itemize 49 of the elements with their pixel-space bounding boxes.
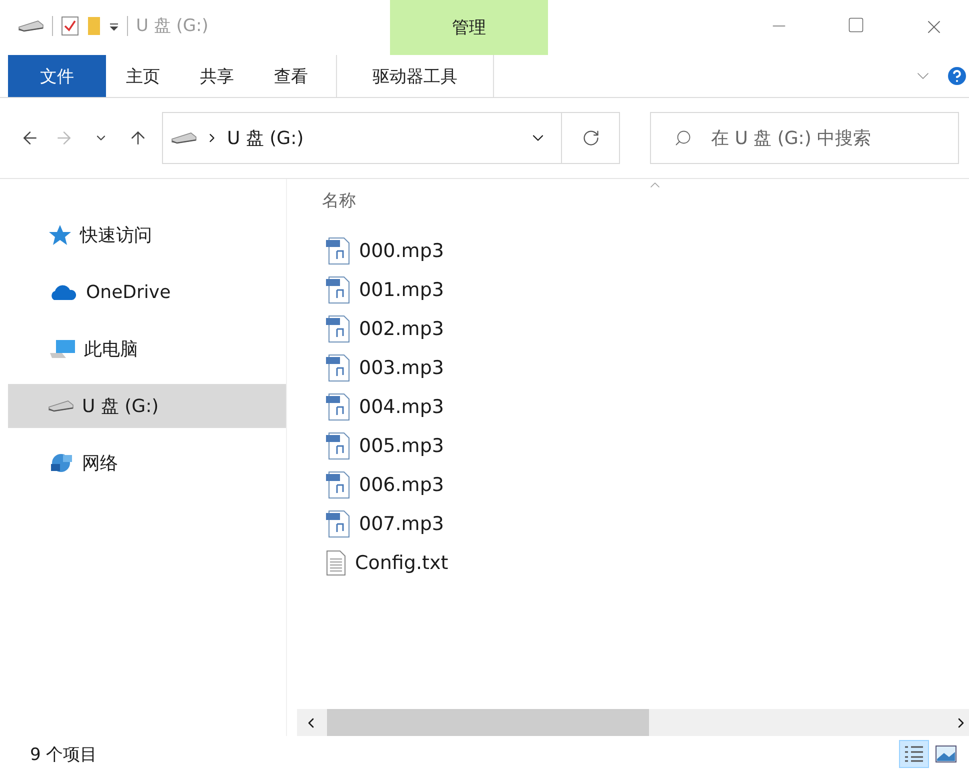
sidebar-item[interactable]: 此电脑 bbox=[8, 327, 286, 371]
dropdown-icon[interactable] bbox=[109, 20, 119, 30]
file-name[interactable]: 000.mp3 bbox=[359, 240, 444, 262]
maximize-icon[interactable] bbox=[847, 16, 865, 34]
thumbnails-view-icon bbox=[935, 745, 957, 763]
address-bar[interactable]: U 盘 (G:) bbox=[162, 112, 562, 164]
file-name[interactable]: 003.mp3 bbox=[359, 357, 444, 379]
ribbon-tab[interactable]: 驱动器工具 bbox=[336, 55, 494, 97]
file-name[interactable]: 001.mp3 bbox=[359, 279, 444, 301]
address-text: U 盘 (G:) bbox=[227, 127, 305, 150]
refresh-icon[interactable] bbox=[582, 129, 600, 147]
file-name[interactable]: 007.mp3 bbox=[359, 513, 444, 535]
sidebar-item[interactable]: OneDrive bbox=[8, 270, 286, 314]
audio-file-icon bbox=[325, 315, 351, 343]
item-count: 9 个项目 bbox=[30, 744, 98, 766]
audio-file-icon bbox=[325, 237, 351, 265]
drive-icon bbox=[18, 20, 44, 32]
audio-file-icon bbox=[325, 276, 351, 304]
search-icon bbox=[674, 129, 692, 147]
context-tab-group: 管理 bbox=[390, 0, 548, 55]
properties-icon[interactable] bbox=[61, 16, 79, 36]
file-name[interactable]: 006.mp3 bbox=[359, 474, 444, 496]
text-file-icon bbox=[325, 550, 347, 576]
drive-icon bbox=[48, 400, 74, 412]
sidebar-item[interactable]: U 盘 (G:) bbox=[8, 384, 286, 428]
audio-file-icon bbox=[325, 432, 351, 460]
audio-file-icon bbox=[325, 393, 351, 421]
file-name[interactable]: 004.mp3 bbox=[359, 396, 444, 418]
scrollbar-thumb[interactable] bbox=[327, 709, 649, 736]
column-header[interactable]: 名称 bbox=[322, 189, 356, 212]
file-name[interactable]: 005.mp3 bbox=[359, 435, 444, 457]
view-button[interactable] bbox=[899, 740, 929, 768]
horizontal-scrollbar[interactable] bbox=[297, 709, 969, 736]
audio-file-icon bbox=[325, 510, 351, 538]
ribbon-tab[interactable]: 文件 bbox=[8, 55, 106, 97]
file-name[interactable]: Config.txt bbox=[355, 552, 448, 574]
search-field[interactable]: 在 U 盘 (G:) 中搜索 bbox=[650, 112, 959, 164]
sidebar-item[interactable]: 快速访问 bbox=[8, 213, 286, 257]
audio-file-icon bbox=[325, 471, 351, 499]
file-name[interactable]: 002.mp3 bbox=[359, 318, 444, 340]
window-title: U 盘 (G:) bbox=[136, 15, 208, 37]
computer-icon bbox=[48, 339, 76, 359]
details-view-icon bbox=[904, 745, 924, 763]
audio-file-icon bbox=[325, 354, 351, 382]
drive-icon bbox=[171, 132, 197, 144]
sidebar-item[interactable]: 网络 bbox=[8, 441, 286, 485]
help-icon[interactable] bbox=[945, 64, 969, 88]
star-icon bbox=[48, 224, 72, 246]
network-icon bbox=[48, 452, 74, 474]
